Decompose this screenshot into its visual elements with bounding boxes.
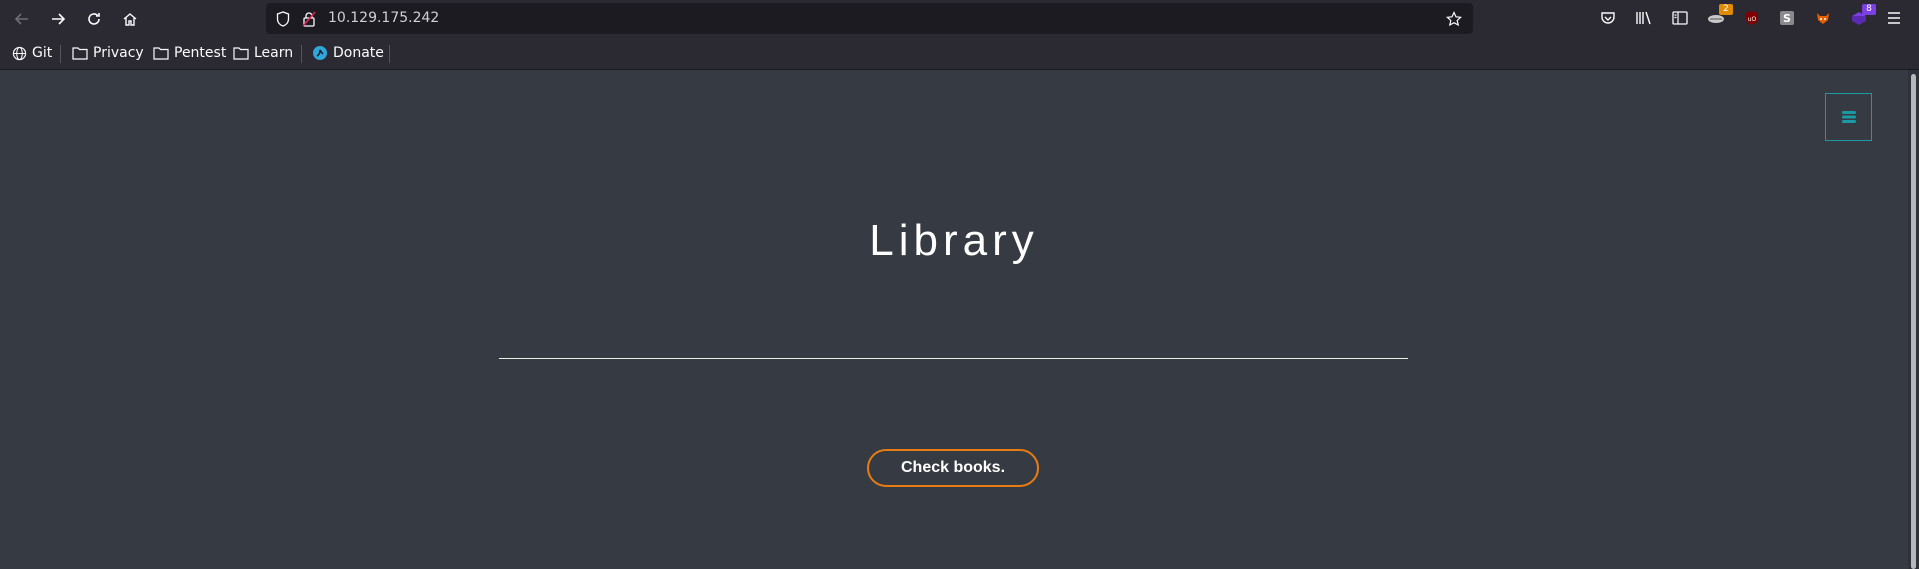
folder-icon [233,47,249,60]
hamburger-menu-button[interactable] [1825,93,1872,141]
bookmark-separator [60,45,61,63]
pocket-icon[interactable] [1597,7,1619,29]
arrow-left-icon [14,13,28,25]
donate-icon [313,46,327,60]
arrow-right-icon [52,13,66,25]
fox-extension-icon[interactable] [1812,7,1834,29]
bookmark-label: Donate [333,45,384,61]
bookmark-separator [389,45,390,63]
check-books-button[interactable]: Check books. [867,449,1039,487]
bookmark-star-icon[interactable] [1445,10,1463,28]
home-icon [123,13,137,26]
home-button[interactable] [117,6,143,32]
extension-foxyproxy-icon[interactable]: 2 [1705,4,1733,29]
svg-text:uO: uO [1748,16,1757,23]
page-content: Library Check books. [0,70,1908,569]
browser-toolbar: 10.129.175.242 2 uO S 8 [0,0,1919,37]
bookmark-label: Privacy [93,45,144,61]
bookmark-label: Pentest [174,45,227,61]
tracking-shield-icon[interactable] [274,10,292,28]
bookmark-separator [301,45,302,63]
reload-icon [88,13,100,25]
address-bar[interactable]: 10.129.175.242 [266,3,1473,34]
bookmark-label: Git [32,45,53,61]
vertical-scrollbar[interactable] [1908,70,1919,569]
scrollbar-thumb[interactable] [1911,74,1916,569]
bookmark-donate[interactable]: Donate [312,43,384,63]
insecure-lock-icon[interactable] [300,10,318,28]
folder-icon [153,47,169,60]
library-icon[interactable] [1633,7,1655,29]
hamburger-icon [1841,111,1856,123]
sidebar-icon[interactable] [1669,7,1691,29]
purple-extension-icon[interactable]: 8 [1848,4,1876,29]
extension-badge: 2 [1719,4,1733,15]
bookmark-label: Learn [254,45,294,61]
s-extension-icon[interactable]: S [1776,7,1798,29]
url-text[interactable]: 10.129.175.242 [328,10,439,26]
ublock-origin-icon[interactable]: uO [1741,7,1763,29]
svg-text:S: S [1783,12,1791,25]
bookmarks-toolbar: Git Privacy Pentest Learn Donate [0,37,1919,70]
forward-button[interactable] [45,6,71,32]
app-menu-icon[interactable] [1883,7,1905,29]
bookmark-git[interactable]: Git [12,43,52,63]
page-title: Library [869,216,1039,265]
bookmark-folder-learn[interactable]: Learn [233,43,293,63]
bookmark-folder-pentest[interactable]: Pentest [153,43,226,63]
folder-icon [72,47,88,60]
globe-icon [12,46,27,60]
divider-line [499,358,1408,359]
bookmark-folder-privacy[interactable]: Privacy [72,43,144,63]
back-button[interactable] [9,6,35,32]
reload-button[interactable] [81,6,107,32]
extension-badge: 8 [1862,4,1876,15]
